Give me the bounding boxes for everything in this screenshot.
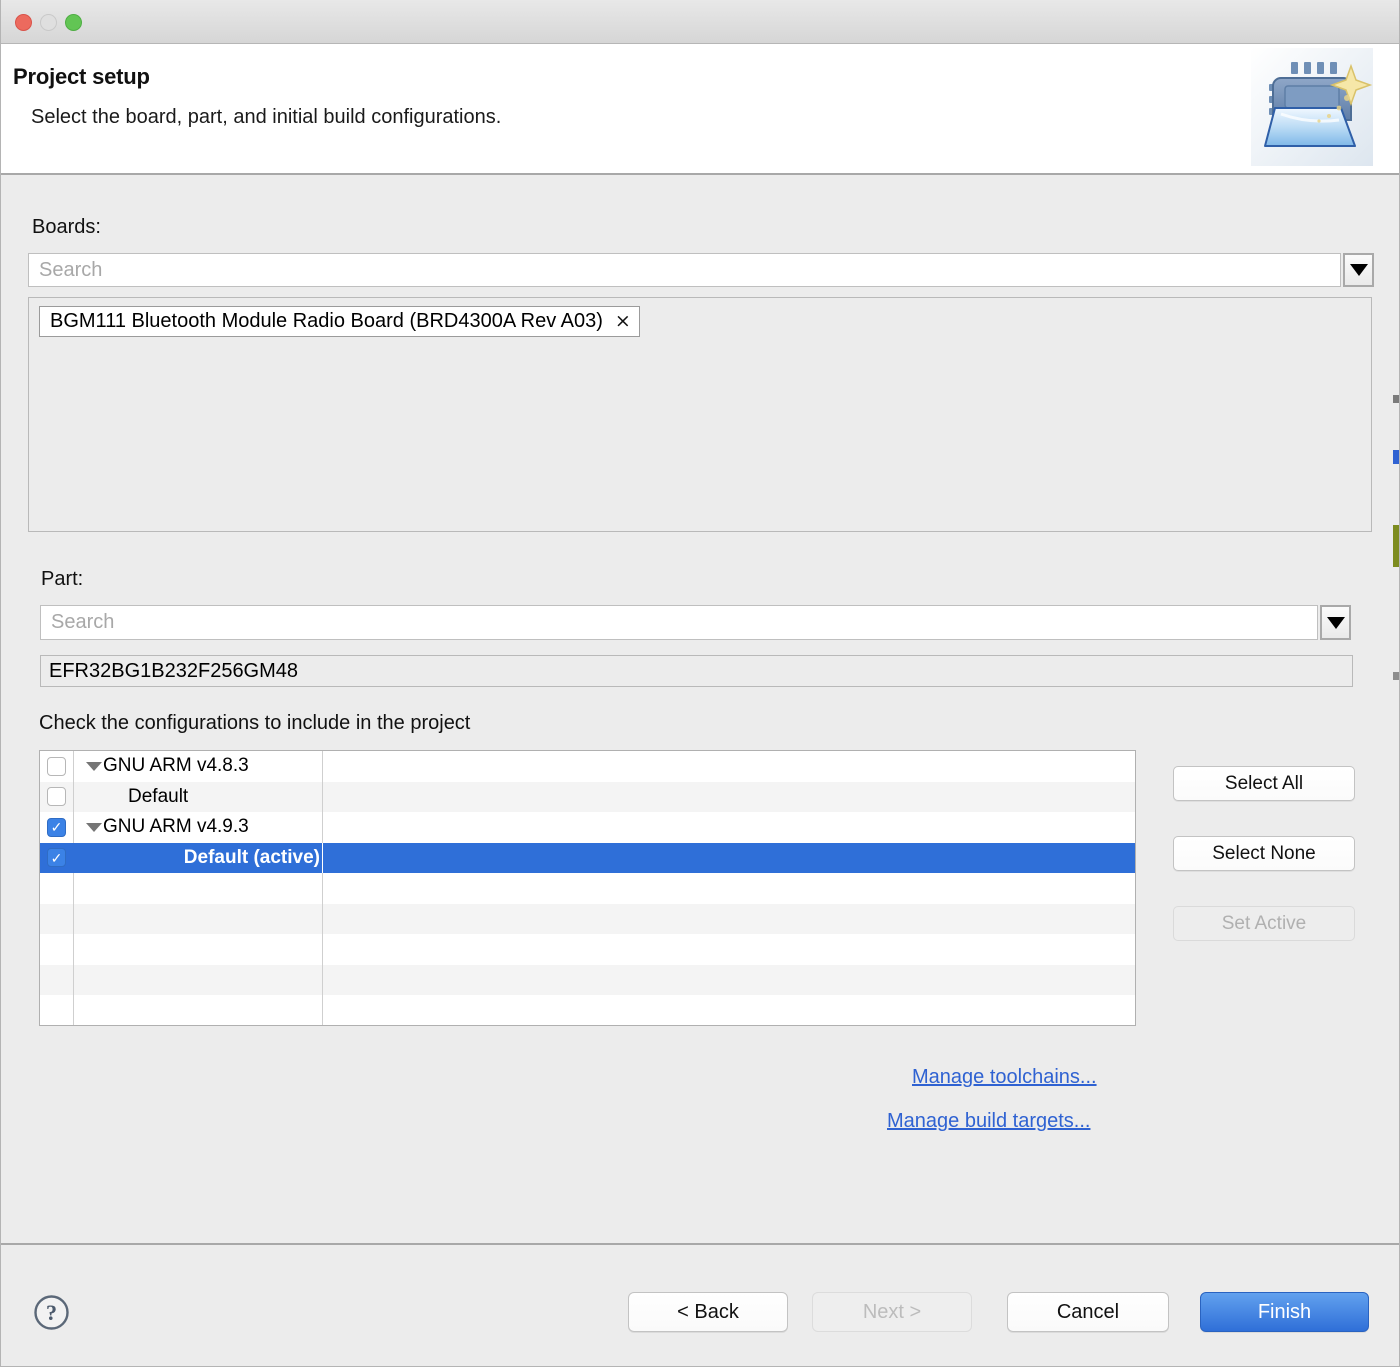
background-window-sliver-gray-top	[1393, 395, 1399, 403]
configuration-checkbox-cell	[40, 873, 74, 904]
checkbox-checked-icon[interactable]: ✓	[47, 817, 66, 837]
configuration-name-cell	[74, 964, 323, 995]
background-window-sliver-olive	[1393, 525, 1399, 567]
configuration-empty-cell	[323, 843, 1135, 874]
checkbox-unchecked-icon[interactable]	[47, 787, 66, 807]
configuration-label: Default (active)	[183, 846, 320, 868]
configuration-checkbox-cell[interactable]: ✓	[40, 812, 74, 843]
checkbox-unchecked-icon[interactable]	[47, 756, 66, 776]
dialog-content: Boards: Search BGM111 Bluetooth Module R…	[1, 177, 1399, 1243]
page-subtitle: Select the board, part, and initial buil…	[31, 106, 502, 128]
configurations-instruction: Check the configurations to include in t…	[39, 712, 471, 734]
svg-text:?: ?	[46, 1300, 57, 1325]
configuration-checkbox-cell	[40, 995, 74, 1025]
window-controls	[15, 14, 82, 31]
configuration-name-cell: GNU ARM v4.8.3	[74, 751, 323, 782]
finish-button[interactable]: Finish	[1200, 1292, 1369, 1332]
boards-search-input[interactable]: Search	[28, 253, 1341, 287]
help-question-icon[interactable]: ? ?	[33, 1294, 70, 1331]
manage-build-targets-link[interactable]: Manage build targets...	[887, 1110, 1090, 1133]
table-row[interactable]	[40, 964, 1135, 996]
next-button[interactable]: Next >	[812, 1292, 972, 1332]
configuration-empty-cell	[323, 873, 1135, 904]
table-row[interactable]	[40, 934, 1135, 965]
boards-search-placeholder: Search	[39, 258, 103, 281]
table-row[interactable]	[40, 873, 1135, 904]
project-setup-dialog: Project setup Select the board, part, an…	[0, 0, 1400, 1367]
configuration-empty-cell	[323, 965, 1135, 996]
page-title: Project setup	[13, 64, 150, 89]
configuration-checkbox-cell[interactable]	[40, 751, 74, 782]
close-icon[interactable]: ×	[615, 312, 631, 331]
boards-search-row: Search	[28, 253, 1374, 287]
configuration-checkbox-cell	[40, 934, 74, 965]
part-label: Part:	[41, 568, 84, 590]
manage-toolchains-link[interactable]: Manage toolchains...	[912, 1066, 1097, 1089]
boards-label: Boards:	[32, 216, 101, 238]
boards-dropdown-button[interactable]	[1343, 253, 1374, 287]
table-row[interactable]: GNU ARM v4.8.3	[40, 751, 1135, 782]
configuration-empty-cell	[323, 812, 1135, 843]
configuration-name-cell	[74, 934, 323, 965]
part-search-placeholder: Search	[51, 611, 115, 633]
select-none-button[interactable]: Select None	[1173, 836, 1355, 871]
board-chip[interactable]: BGM111 Bluetooth Module Radio Board (BRD…	[39, 306, 640, 337]
configuration-label: Default	[128, 785, 189, 807]
configuration-empty-cell	[323, 934, 1135, 965]
configuration-name-cell	[74, 995, 323, 1025]
project-wizard-icon	[1251, 48, 1373, 166]
part-search-row: Search	[40, 605, 1351, 640]
configuration-label: GNU ARM v4.8.3	[103, 755, 249, 777]
chevron-down-icon[interactable]	[86, 822, 102, 832]
chevron-down-icon	[1349, 264, 1368, 276]
configuration-name-cell	[74, 1026, 323, 1027]
part-search-input[interactable]: Search	[40, 605, 1318, 640]
configuration-name-cell	[74, 903, 323, 934]
part-dropdown-button[interactable]	[1320, 605, 1351, 640]
configuration-empty-cell	[323, 782, 1135, 813]
configuration-checkbox-cell	[40, 1026, 74, 1027]
chevron-down-icon	[1326, 616, 1345, 629]
cancel-button[interactable]: Cancel	[1007, 1292, 1169, 1332]
dialog-header: Project setup Select the board, part, an…	[1, 44, 1399, 175]
board-chip-label: BGM111 Bluetooth Module Radio Board (BRD…	[50, 310, 603, 332]
table-row[interactable]	[40, 903, 1135, 935]
configuration-checkbox-cell[interactable]	[40, 781, 74, 812]
configuration-empty-cell	[323, 904, 1135, 935]
configuration-empty-cell	[323, 751, 1135, 782]
configuration-empty-cell	[323, 995, 1135, 1025]
table-row[interactable]: ✓ Default (active)	[40, 842, 1135, 874]
minimize-window-button[interactable]	[40, 14, 57, 31]
checkbox-checked-icon[interactable]: ✓	[47, 848, 66, 868]
configuration-label: GNU ARM v4.9.3	[103, 816, 249, 838]
select-all-button[interactable]: Select All	[1173, 766, 1355, 801]
configuration-name-cell: Default	[74, 781, 323, 812]
dialog-footer: ? ? < Back Next > Cancel Finish	[1, 1245, 1399, 1366]
configuration-name-cell: Default (active)	[74, 842, 323, 873]
back-button[interactable]: < Back	[628, 1292, 788, 1332]
configuration-name-cell: GNU ARM v4.9.3	[74, 812, 323, 843]
configuration-checkbox-cell[interactable]: ✓	[40, 842, 74, 873]
configuration-checkbox-cell	[40, 964, 74, 995]
boards-selected-list[interactable]: BGM111 Bluetooth Module Radio Board (BRD…	[28, 297, 1372, 532]
table-row[interactable]: ✓ GNU ARM v4.9.3	[40, 812, 1135, 843]
background-window-sliver-blue	[1393, 450, 1399, 464]
background-window-sliver-gray-bottom	[1393, 672, 1399, 680]
chevron-down-icon[interactable]	[86, 761, 102, 771]
window-titlebar	[1, 0, 1399, 44]
maximize-window-button[interactable]	[65, 14, 82, 31]
configuration-empty-cell	[323, 1026, 1135, 1027]
table-row[interactable]	[40, 1026, 1135, 1027]
configurations-tree[interactable]: GNU ARM v4.8.3 Default ✓ GNU ARM v4.9.3 ✓ Def…	[39, 750, 1136, 1026]
set-active-button[interactable]: Set Active	[1173, 906, 1355, 941]
part-value-field[interactable]: EFR32BG1B232F256GM48	[40, 655, 1353, 687]
table-row[interactable]: Default	[40, 781, 1135, 813]
configuration-name-cell	[74, 873, 323, 904]
configuration-checkbox-cell	[40, 903, 74, 934]
table-row[interactable]	[40, 995, 1135, 1025]
close-window-button[interactable]	[15, 14, 32, 31]
